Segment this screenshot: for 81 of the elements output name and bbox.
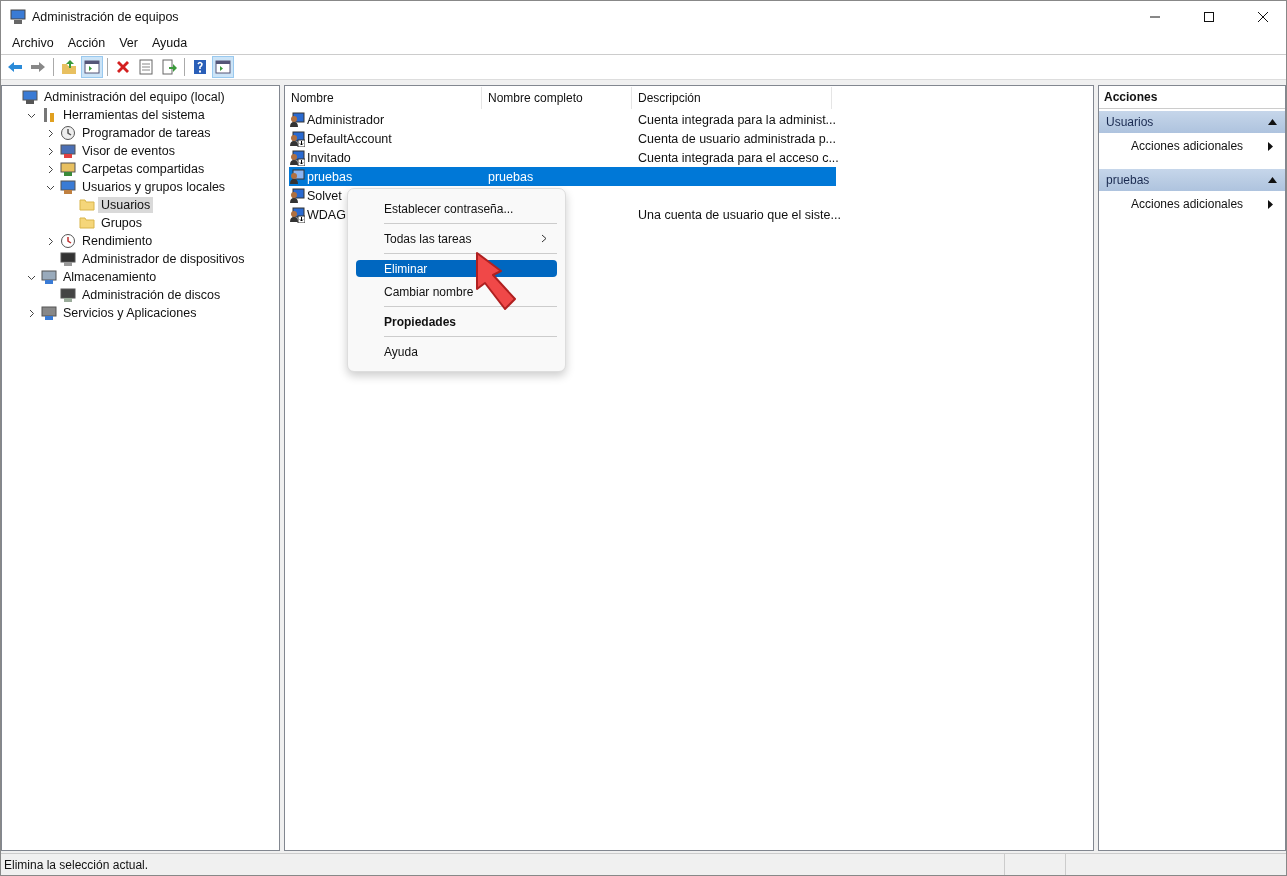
node-icon	[60, 179, 76, 195]
node-icon	[60, 233, 76, 249]
menu-item[interactable]: Cambiar nombre	[356, 283, 557, 300]
expand-toggle-icon[interactable]	[46, 146, 55, 156]
node-icon	[60, 251, 76, 267]
user-name: Administrador	[307, 112, 385, 127]
tree-item[interactable]: Usuarios y grupos locales	[79, 179, 229, 195]
arrow-icon	[7, 59, 23, 75]
user-name: WDAG	[307, 207, 346, 222]
column-header[interactable]: Nombre	[285, 87, 482, 109]
folder-icon	[61, 59, 77, 75]
tree-item[interactable]: Servicios y Aplicaciones	[60, 305, 200, 321]
node-icon	[41, 305, 57, 321]
window-title: Administración de equipos	[32, 9, 179, 24]
tree-item[interactable]: Herramientas del sistema	[60, 107, 208, 123]
tree-item[interactable]: Administración de discos	[79, 287, 224, 303]
status-text: Elimina la selección actual.	[3, 857, 150, 872]
clock-icon	[60, 125, 76, 141]
action-link[interactable]: Acciones adicionales	[1099, 133, 1285, 159]
action-link[interactable]: Acciones adicionales	[1099, 191, 1285, 217]
submenu-arrow-icon	[1268, 141, 1273, 151]
expand-toggle-icon[interactable]	[46, 164, 55, 174]
export-icon	[161, 59, 177, 75]
node-icon	[41, 107, 57, 123]
expand-toggle-icon[interactable]	[27, 308, 36, 318]
column-header[interactable]: Descripción	[632, 87, 832, 109]
collapse-icon	[1268, 177, 1277, 183]
tree-item[interactable]: Grupos	[98, 215, 145, 231]
actions-button[interactable]	[212, 56, 234, 78]
column-header[interactable]: Nombre completo	[482, 87, 632, 109]
user-name: pruebas	[307, 169, 353, 184]
selected-row[interactable]: pruebas pruebas	[289, 167, 836, 186]
submenu-arrow-icon	[1268, 199, 1273, 209]
node-icon	[22, 89, 38, 105]
close-icon	[1257, 10, 1269, 23]
tree-item[interactable]: Carpetas compartidas	[79, 161, 208, 177]
tree-item[interactable]: Rendimiento	[79, 233, 156, 249]
actions-title: Acciones	[1099, 86, 1285, 109]
description: Una cuenta de usuario que el siste...	[638, 207, 841, 222]
menu-item[interactable]: Acción	[60, 36, 113, 50]
tree-item[interactable]: Administración del equipo (local)	[41, 89, 228, 105]
description: Cuenta de usuario administrada p...	[638, 131, 837, 146]
panel-icon	[215, 59, 231, 75]
node-icon	[41, 269, 57, 285]
delete-icon	[115, 59, 131, 75]
computer-icon	[10, 8, 26, 25]
tree-item[interactable]: Usuarios	[98, 197, 154, 213]
expand-toggle-icon[interactable]	[46, 128, 55, 138]
menu-item[interactable]: Ver	[112, 36, 145, 50]
menu-item[interactable]: Archivo	[5, 36, 61, 50]
folder-icon	[79, 197, 95, 213]
collapse-icon	[1268, 119, 1277, 125]
tree-item[interactable]: Administrador de dispositivos	[79, 251, 248, 267]
expand-toggle-icon[interactable]	[46, 236, 55, 246]
description: Cuenta integrada para el acceso c...	[638, 150, 839, 165]
menu-item[interactable]: Propiedades	[356, 313, 557, 330]
tree-button[interactable]	[81, 56, 103, 78]
user-name: Invitado	[307, 150, 351, 165]
menu-item[interactable]: Establecer contraseña...	[356, 200, 557, 217]
user-name: DefaultAccount	[307, 131, 392, 146]
chevron-icon	[541, 234, 548, 243]
actions-section-header[interactable]: Usuarios	[1099, 111, 1285, 133]
node-icon	[60, 161, 76, 177]
full-name: pruebas	[488, 169, 534, 184]
folder-icon	[79, 215, 95, 231]
user-name: Solvet	[307, 188, 342, 203]
actions-section-header[interactable]: pruebas	[1099, 169, 1285, 191]
node-icon	[60, 143, 76, 159]
maximize-icon	[1203, 10, 1215, 23]
menu-item[interactable]: Ayuda	[145, 36, 195, 50]
description: Cuenta integrada para la administ...	[638, 112, 837, 127]
tree-item[interactable]: Programador de tareas	[79, 125, 214, 141]
help-icon	[192, 59, 208, 75]
tree-item[interactable]: Almacenamiento	[60, 269, 160, 285]
menu-item[interactable]: Todas las tareas	[356, 230, 557, 247]
node-icon	[60, 287, 76, 303]
tree-item[interactable]: Visor de eventos	[79, 143, 178, 159]
arrow-icon	[30, 59, 46, 75]
document-icon	[138, 59, 154, 75]
menu-item[interactable]: Ayuda	[356, 343, 557, 360]
panel-icon	[84, 59, 100, 75]
